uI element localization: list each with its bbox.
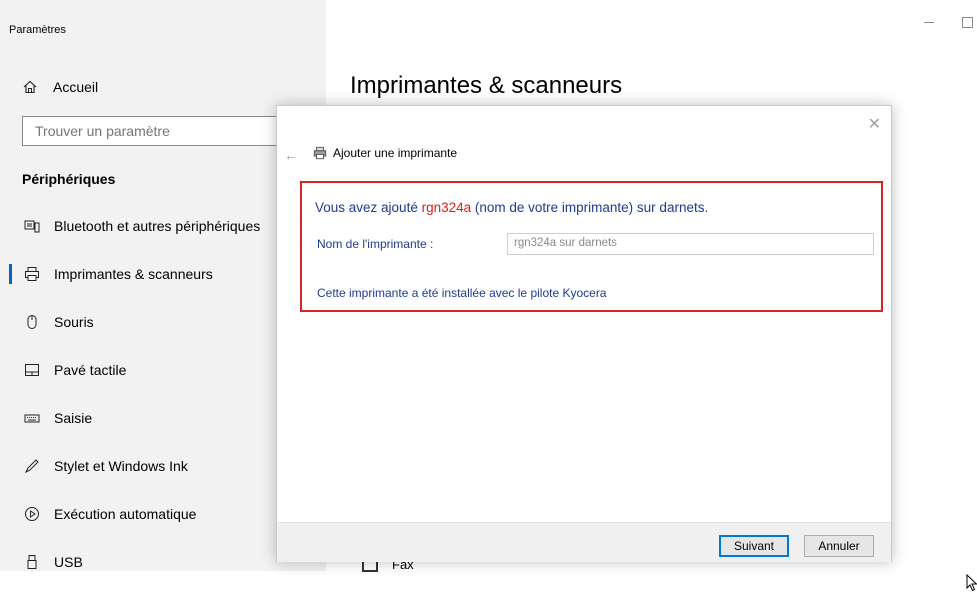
printer-icon [24, 266, 40, 282]
active-indicator [9, 264, 12, 284]
close-icon[interactable]: ✕ [868, 114, 881, 134]
dialog-header-title: Ajouter une imprimante [333, 146, 458, 160]
printer-icon [313, 146, 327, 160]
sidebar-item-label: Stylet et Windows Ink [54, 458, 188, 474]
pen-icon [24, 458, 40, 474]
autoplay-icon [24, 506, 40, 522]
sidebar-item-label: Exécution automatique [54, 506, 197, 522]
success-message-suffix: (nom de votre imprimante) sur darnets. [471, 200, 709, 215]
mouse-icon [24, 314, 40, 330]
sidebar-item-label: Imprimantes & scanneurs [54, 266, 213, 282]
success-message-prefix: Vous avez ajouté [315, 200, 422, 215]
home-icon [23, 80, 39, 94]
section-title: Périphériques [22, 171, 116, 187]
window-controls [924, 14, 977, 28]
search-input[interactable] [22, 116, 312, 146]
driver-message: Cette imprimante a été installée avec le… [317, 286, 607, 300]
add-printer-dialog: ✕ ← Ajouter une imprimante Vous avez ajo… [276, 105, 977, 592]
back-arrow-icon[interactable]: ← [284, 147, 298, 163]
sidebar-item-label: Saisie [54, 410, 93, 426]
dialog-footer: Suivant Annuler [277, 522, 891, 562]
bluetooth-devices-icon [24, 218, 40, 234]
window-title: Paramètres [9, 24, 66, 36]
success-message: Vous avez ajouté rgn324a (nom de votre i… [315, 200, 708, 215]
mouse-cursor-icon [966, 573, 977, 597]
printer-name-highlight: rgn324a [421, 200, 472, 215]
page-title: Imprimantes & scanneurs [350, 72, 623, 99]
minimize-icon[interactable] [924, 22, 934, 23]
usb-icon [24, 554, 40, 570]
sidebar-item-home[interactable]: Accueil [23, 76, 98, 98]
next-button[interactable]: Suivant [719, 535, 789, 557]
sidebar-item-label: Bluetooth et autres périphériques [54, 218, 261, 234]
sidebar-item-label: Souris [54, 314, 94, 330]
keyboard-icon [24, 410, 40, 426]
printer-name-label: Nom de l'imprimante : [317, 237, 434, 251]
sidebar-home-label: Accueil [53, 79, 99, 95]
sidebar-item-label: Pavé tactile [54, 362, 127, 378]
cancel-button[interactable]: Annuler [804, 535, 874, 557]
printer-name-input[interactable]: rgn324a sur darnets [507, 233, 874, 255]
touchpad-icon [24, 362, 40, 378]
dialog-header: Ajouter une imprimante [313, 146, 457, 160]
maximize-icon[interactable] [962, 17, 973, 28]
sidebar-item-label: USB [54, 554, 83, 570]
